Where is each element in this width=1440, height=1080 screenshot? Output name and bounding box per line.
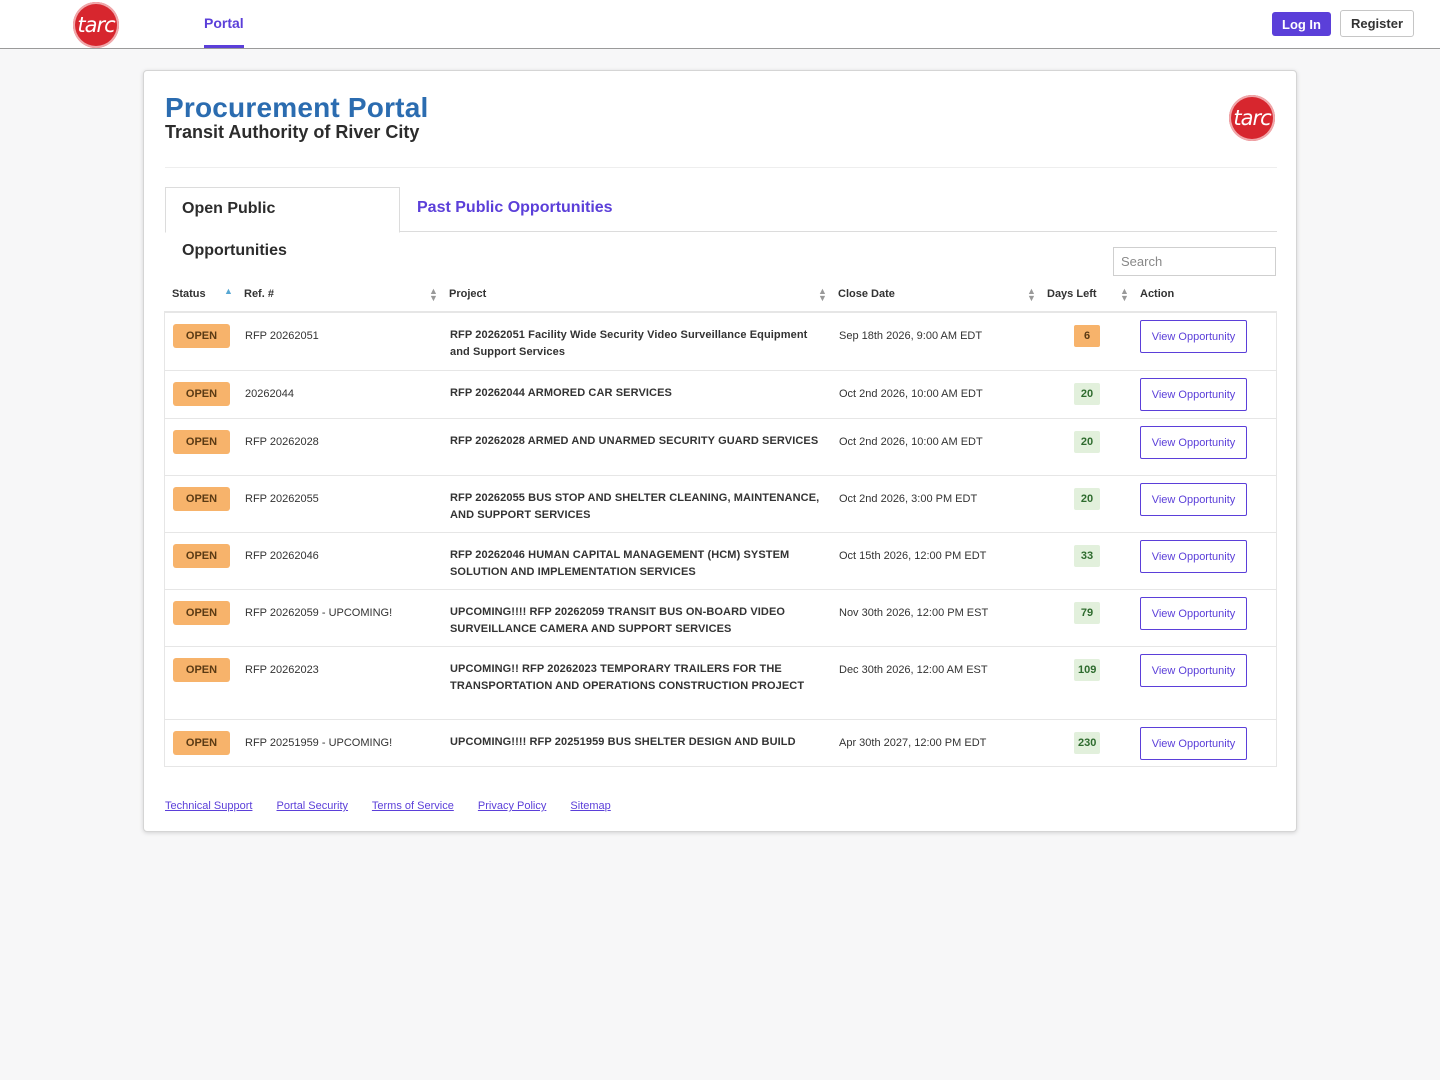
view-opportunity-button[interactable]: View Opportunity [1140, 540, 1247, 573]
view-opportunity-button[interactable]: View Opportunity [1140, 483, 1247, 516]
page-subtitle: Transit Authority of River City [165, 122, 420, 142]
close-date: Oct 15th 2026, 12:00 PM EDT [839, 550, 987, 562]
table-row: OPEN RFP 20262059 - UPCOMING! UPCOMING!!… [165, 589, 1276, 646]
status-badge: OPEN [173, 544, 230, 568]
project-title: UPCOMING!!!! RFP 20251959 BUS SHELTER DE… [450, 736, 796, 748]
ref-number: RFP 20251959 - UPCOMING! [245, 737, 393, 749]
nav-portal-link[interactable]: Portal [204, 0, 244, 48]
status-badge: OPEN [173, 382, 230, 406]
sort-icon[interactable]: ▲ ▼ [1027, 287, 1036, 303]
tab-past-opportunities[interactable]: Past Public Opportunities [401, 187, 629, 233]
page-title: Procurement Portal [165, 92, 429, 123]
register-button[interactable]: Register [1340, 10, 1414, 37]
project-title: RFP 20262051 Facility Wide Security Vide… [450, 329, 808, 358]
footer-link-portal-security[interactable]: Portal Security [277, 800, 349, 812]
project-title: RFP 20262044 ARMORED CAR SERVICES [450, 387, 672, 399]
portal-card: Procurement Portal Transit Authority of … [143, 70, 1297, 832]
status-badge: OPEN [173, 430, 230, 454]
column-header-project[interactable]: Project [449, 288, 486, 300]
days-left-badge: 20 [1074, 383, 1100, 405]
ref-number: RFP 20262059 - UPCOMING! [245, 607, 393, 619]
status-badge: OPEN [173, 601, 230, 625]
tarc-logo[interactable]: tarc [73, 2, 119, 48]
ref-number: RFP 20262055 [245, 493, 319, 505]
footer-link-sitemap[interactable]: Sitemap [570, 800, 610, 812]
sort-asc-icon[interactable]: ▲ [224, 287, 233, 296]
close-date: Oct 2nd 2026, 3:00 PM EDT [839, 493, 978, 505]
tab-open-opportunities[interactable]: Open Public Opportunities [165, 187, 400, 259]
days-left-badge: 33 [1074, 545, 1100, 567]
ref-number: RFP 20262046 [245, 550, 319, 562]
days-left-badge: 79 [1074, 602, 1100, 624]
table-row: OPEN RFP 20262023 UPCOMING!! RFP 2026202… [165, 646, 1276, 719]
status-badge: OPEN [173, 487, 230, 511]
close-date: Nov 30th 2026, 12:00 PM EST [839, 607, 989, 619]
column-header-close-date[interactable]: Close Date [838, 288, 895, 300]
view-opportunity-button[interactable]: View Opportunity [1140, 597, 1247, 630]
search-input[interactable] [1113, 247, 1276, 276]
view-opportunity-button[interactable]: View Opportunity [1140, 426, 1247, 459]
opportunity-tabs: Open Public Opportunities Past Public Op… [165, 187, 1277, 259]
status-badge: OPEN [173, 324, 230, 348]
status-badge: OPEN [173, 658, 230, 682]
table-row: OPEN RFP 20262028 RFP 20262028 ARMED AND… [165, 418, 1276, 475]
footer-link-privacy-policy[interactable]: Privacy Policy [478, 800, 546, 812]
close-date: Dec 30th 2026, 12:00 AM EST [839, 664, 988, 676]
close-date: Sep 18th 2026, 9:00 AM EDT [839, 330, 983, 342]
opportunities-table: Status ▲ Ref. # ▲ ▼ Project ▲ ▼ Close Date… [164, 278, 1277, 767]
ref-number: RFP 20262028 [245, 436, 319, 448]
days-left-badge: 6 [1074, 325, 1100, 347]
status-badge: OPEN [173, 731, 230, 755]
close-date: Oct 2nd 2026, 10:00 AM EDT [839, 388, 983, 400]
close-date: Oct 2nd 2026, 10:00 AM EDT [839, 436, 983, 448]
footer-link-technical-support[interactable]: Technical Support [165, 800, 252, 812]
footer-links: Technical Support Portal Security Terms … [165, 800, 632, 812]
project-title: UPCOMING!! RFP 20262023 TEMPORARY TRAILE… [450, 663, 805, 692]
table-body: OPEN RFP 20262051 RFP 20262051 Facility … [164, 313, 1277, 767]
sort-icon[interactable]: ▲ ▼ [818, 287, 827, 303]
days-left-badge: 20 [1074, 431, 1100, 453]
table-row: OPEN RFP 20262051 RFP 20262051 Facility … [165, 313, 1276, 370]
view-opportunity-button[interactable]: View Opportunity [1140, 654, 1247, 687]
table-row: OPEN RFP 20262055 RFP 20262055 BUS STOP … [165, 475, 1276, 532]
project-title: RFP 20262028 ARMED AND UNARMED SECURITY … [450, 435, 819, 447]
ref-number: RFP 20262023 [245, 664, 319, 676]
project-title: RFP 20262046 HUMAN CAPITAL MANAGEMENT (H… [450, 549, 790, 578]
table-row: OPEN 20262044 RFP 20262044 ARMORED CAR S… [165, 370, 1276, 418]
view-opportunity-button[interactable]: View Opportunity [1140, 378, 1247, 411]
column-header-status[interactable]: Status [172, 288, 206, 300]
top-nav-bar: tarc Portal Log In Register [0, 0, 1440, 49]
view-opportunity-button[interactable]: View Opportunity [1140, 320, 1247, 353]
login-button[interactable]: Log In [1272, 12, 1331, 36]
column-header-days-left[interactable]: Days Left [1047, 288, 1097, 300]
project-title: UPCOMING!!!! RFP 20262059 TRANSIT BUS ON… [450, 606, 786, 635]
project-title: RFP 20262055 BUS STOP AND SHELTER CLEANI… [450, 492, 820, 521]
table-row: OPEN RFP 20251959 - UPCOMING! UPCOMING!!… [165, 719, 1276, 766]
table-header: Status ▲ Ref. # ▲ ▼ Project ▲ ▼ Close Date… [164, 278, 1277, 313]
days-left-badge: 230 [1074, 732, 1101, 754]
column-header-action: Action [1140, 288, 1175, 300]
ref-number: 20262044 [245, 388, 294, 400]
footer-link-terms-of-service[interactable]: Terms of Service [372, 800, 454, 812]
header-divider [165, 167, 1277, 168]
close-date: Apr 30th 2027, 12:00 PM EDT [839, 737, 987, 749]
column-header-ref[interactable]: Ref. # [244, 288, 274, 300]
sort-icon[interactable]: ▲ ▼ [1120, 287, 1129, 303]
table-row: OPEN RFP 20262046 RFP 20262046 HUMAN CAP… [165, 532, 1276, 589]
sort-icon[interactable]: ▲ ▼ [429, 287, 438, 303]
view-opportunity-button[interactable]: View Opportunity [1140, 727, 1247, 760]
days-left-badge: 20 [1074, 488, 1100, 510]
days-left-badge: 109 [1074, 659, 1101, 681]
tarc-logo-large: tarc [1229, 95, 1275, 141]
ref-number: RFP 20262051 [245, 330, 319, 342]
